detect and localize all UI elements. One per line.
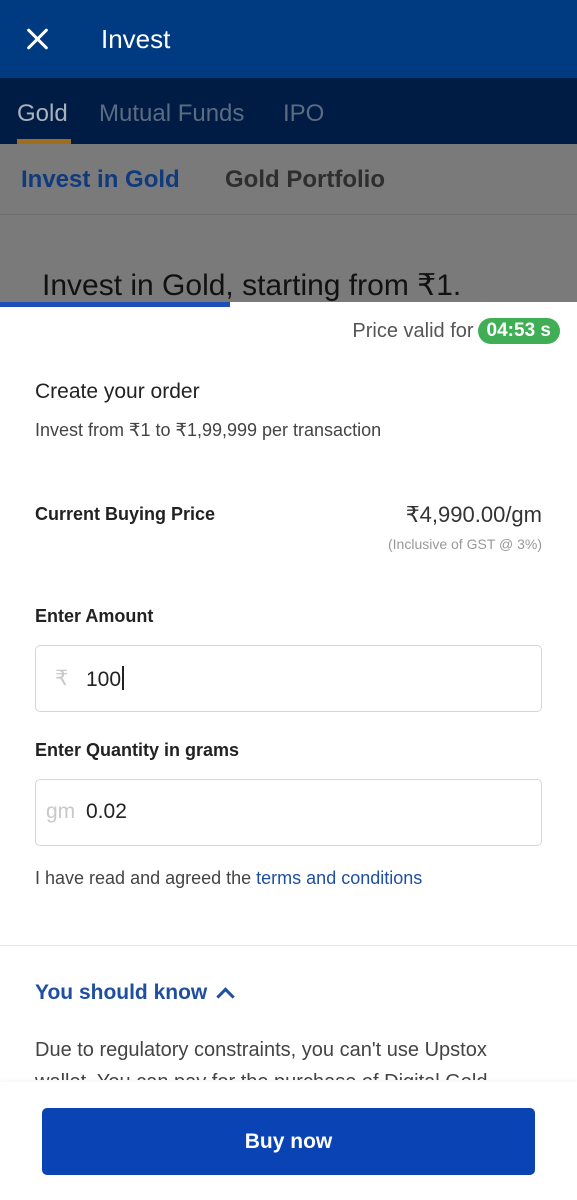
top-tabs: Gold Mutual Funds IPO [0, 78, 577, 144]
price-validity: Price valid for 04:53 s [352, 318, 560, 344]
subtab-gold-portfolio[interactable]: Gold Portfolio [225, 166, 385, 194]
amount-input[interactable]: ₹ 100 [35, 645, 542, 712]
subtab-invest-in-gold[interactable]: Invest in Gold [21, 166, 180, 194]
amount-text: 100 [86, 668, 122, 691]
you-should-know-title: You should know [35, 981, 208, 1004]
you-should-know-toggle[interactable]: You should know [35, 981, 235, 1006]
terms-agreement: I have read and agreed the terms and con… [35, 868, 422, 889]
hero-heading: Invest in Gold, starting from ₹1. [42, 269, 462, 302]
grams-unit: gm [46, 800, 76, 823]
tab-ipo[interactable]: IPO [283, 100, 324, 128]
quantity-label: Enter Quantity in grams [35, 740, 240, 760]
timer-progress-fill [0, 302, 230, 307]
timer-badge: 04:53 s [477, 318, 560, 344]
app-bar-title: Invest [101, 24, 171, 54]
price-note: (Inclusive of GST @ 3%) [388, 536, 542, 552]
price-label: Current Buying Price [35, 504, 216, 524]
footer-bar: Buy now [0, 1082, 577, 1200]
app-bar: Invest [0, 0, 577, 78]
chevron-up-icon [216, 986, 235, 1006]
tab-gold[interactable]: Gold [17, 100, 68, 128]
timer-progress-track [0, 302, 577, 307]
quantity-input[interactable]: gm 0.02 [35, 779, 542, 846]
price-valid-label: Price valid for [352, 319, 474, 342]
order-sheet: Price valid for 04:53 s Create your orde… [0, 302, 577, 1200]
sub-tabs: Invest in Gold Gold Portfolio [0, 144, 577, 215]
section-divider [0, 945, 577, 946]
terms-link[interactable]: terms and conditions [256, 868, 422, 888]
close-icon[interactable] [25, 26, 51, 52]
amount-value: 100 [86, 666, 125, 692]
order-subtitle: Invest from ₹1 to ₹1,99,999 per transact… [35, 420, 382, 440]
quantity-value: 0.02 [86, 800, 127, 823]
amount-label: Enter Amount [35, 606, 154, 626]
rupee-icon: ₹ [55, 667, 69, 690]
order-title: Create your order [35, 380, 200, 403]
you-should-know-text: Due to regulatory constraints, you can't… [35, 1039, 488, 1080]
tab-mutual-funds[interactable]: Mutual Funds [99, 100, 244, 128]
buy-now-button[interactable]: Buy now [42, 1108, 535, 1175]
terms-text: I have read and agreed the [35, 868, 257, 888]
text-cursor [122, 666, 125, 690]
price-value: ₹4,990.00/gm [405, 502, 542, 527]
